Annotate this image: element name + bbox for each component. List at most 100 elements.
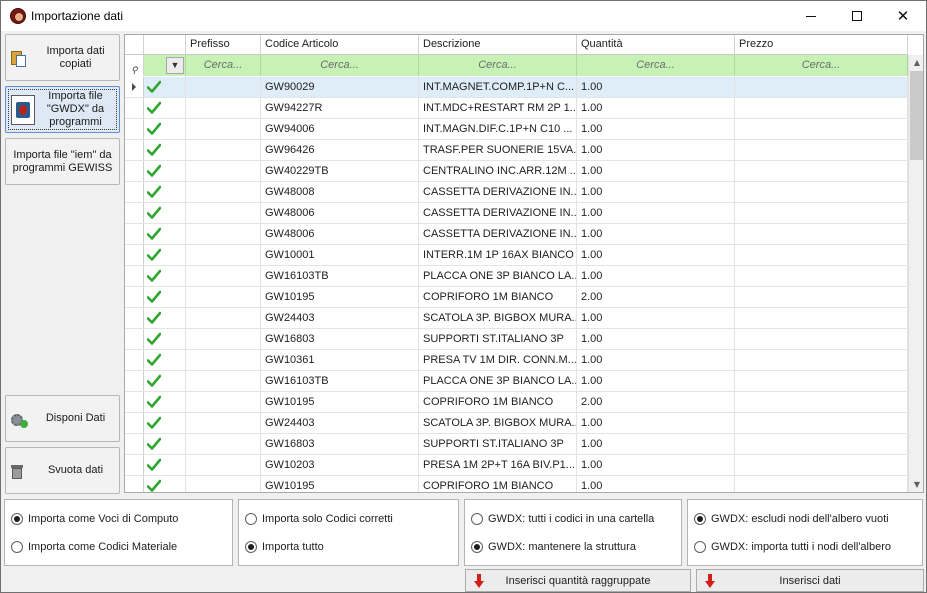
cell-status[interactable] [144,224,186,244]
cell-description[interactable]: TRASF.PER SUONERIE 15VA... [419,140,577,160]
cell-status[interactable] [144,434,186,454]
cell-status[interactable] [144,77,186,97]
row-indicator[interactable] [125,224,144,244]
row-indicator[interactable] [125,476,144,492]
table-row[interactable]: GW96426 TRASF.PER SUONERIE 15VA... 1.00 [125,140,908,161]
table-row[interactable]: GW94227R INT.MDC+RESTART RM 2P 1... 1.00 [125,98,908,119]
cell-status[interactable] [144,182,186,202]
radio-gwdx-single-folder[interactable] [471,513,483,525]
table-row[interactable]: GW10195 COPRIFORO 1M BIANCO 2.00 [125,392,908,413]
cell-description[interactable]: PLACCA ONE 3P BIANCO LA... [419,266,577,286]
radio-codici-corretti[interactable] [245,513,257,525]
column-header-price[interactable]: Prezzo [735,35,908,55]
cell-prefix[interactable] [186,308,261,328]
table-row[interactable]: GW10195 COPRIFORO 1M BIANCO 1.00 [125,476,908,492]
insert-data-button[interactable]: Inserisci dati [696,569,924,592]
column-header-prefix[interactable]: Prefisso [186,35,261,55]
cell-status[interactable] [144,245,186,265]
cell-prefix[interactable] [186,287,261,307]
table-row[interactable]: GW24403 SCATOLA 3P. BIGBOX MURA... 1.00 [125,413,908,434]
cell-price[interactable] [735,455,908,475]
cell-prefix[interactable] [186,140,261,160]
data-grid[interactable]: Prefisso Codice Articolo Descrizione Qua… [124,34,924,493]
row-indicator[interactable] [125,245,144,265]
column-header-quantity[interactable]: Quantità [577,35,735,55]
row-indicator[interactable] [125,434,144,454]
cell-code[interactable]: GW94006 [261,119,419,139]
cell-prefix[interactable] [186,455,261,475]
close-button[interactable]: ✕ [880,1,926,31]
maximize-button[interactable] [834,1,880,31]
arrange-data-button[interactable]: Disponi Dati [5,395,120,442]
cell-quantity[interactable]: 1.00 [577,329,735,349]
cell-prefix[interactable] [186,224,261,244]
cell-status[interactable] [144,203,186,223]
option-codici-materiale[interactable]: Importa come Codici Materiale [11,539,177,555]
cell-description[interactable]: INTERR.1M 1P 16AX BIANCO [419,245,577,265]
cell-price[interactable] [735,182,908,202]
cell-quantity[interactable]: 1.00 [577,371,735,391]
cell-code[interactable]: GW90029 [261,77,419,97]
cell-quantity[interactable]: 1.00 [577,224,735,244]
table-row[interactable]: GW10361 PRESA TV 1M DIR. CONN.M... 1.00 [125,350,908,371]
cell-price[interactable] [735,434,908,454]
row-indicator[interactable] [125,371,144,391]
cell-quantity[interactable]: 2.00 [577,287,735,307]
clear-data-button[interactable]: Svuota dati [5,447,120,494]
cell-quantity[interactable]: 1.00 [577,455,735,475]
column-header-code[interactable]: Codice Articolo [261,35,419,55]
row-indicator[interactable] [125,455,144,475]
scroll-thumb[interactable] [910,71,923,160]
cell-prefix[interactable] [186,413,261,433]
cell-quantity[interactable]: 1.00 [577,350,735,370]
cell-description[interactable]: INT.MAGNET.COMP.1P+N C... [419,77,577,97]
cell-code[interactable]: GW10195 [261,287,419,307]
cell-prefix[interactable] [186,476,261,492]
scroll-down-button[interactable]: ▼ [909,477,923,492]
table-row[interactable]: GW24403 SCATOLA 3P. BIGBOX MURA... 1.00 [125,308,908,329]
table-row[interactable]: GW16103TB PLACCA ONE 3P BIANCO LA... 1.00 [125,266,908,287]
row-indicator[interactable] [125,119,144,139]
scroll-up-button[interactable]: ▲ [909,55,923,71]
table-row[interactable]: GW16103TB PLACCA ONE 3P BIANCO LA... 1.00 [125,371,908,392]
cell-quantity[interactable]: 1.00 [577,266,735,286]
table-row[interactable]: GW10001 INTERR.1M 1P 16AX BIANCO 1.00 [125,245,908,266]
cell-price[interactable] [735,266,908,286]
option-voci-computo[interactable]: Importa come Voci di Computo [11,511,178,527]
row-indicator[interactable] [125,287,144,307]
cell-price[interactable] [735,476,908,492]
cell-status[interactable] [144,119,186,139]
cell-code[interactable]: GW48006 [261,224,419,244]
cell-description[interactable]: COPRIFORO 1M BIANCO [419,392,577,412]
table-row[interactable]: GW94006 INT.MAGN.DIF.C.1P+N C10 ... 1.00 [125,119,908,140]
cell-price[interactable] [735,224,908,244]
cell-price[interactable] [735,245,908,265]
row-indicator[interactable] [125,98,144,118]
cell-code[interactable]: GW96426 [261,140,419,160]
cell-description[interactable]: CASSETTA DERIVAZIONE IN... [419,182,577,202]
cell-quantity[interactable]: 1.00 [577,413,735,433]
cell-code[interactable]: GW94227R [261,98,419,118]
cell-quantity[interactable]: 1.00 [577,434,735,454]
cell-price[interactable] [735,203,908,223]
radio-voci-computo[interactable] [11,513,23,525]
table-row[interactable]: GW90029 INT.MAGNET.COMP.1P+N C... 1.00 [125,77,908,98]
cell-quantity[interactable]: 2.00 [577,392,735,412]
option-gwdx-all-nodes[interactable]: GWDX: importa tutti i nodi dell'albero [694,539,891,555]
radio-codici-materiale[interactable] [11,541,23,553]
cell-code[interactable]: GW48006 [261,203,419,223]
cell-status[interactable] [144,392,186,412]
table-row[interactable]: GW16803 SUPPORTI ST.ITALIANO 3P 1.00 [125,434,908,455]
cell-code[interactable]: GW24403 [261,413,419,433]
vertical-scrollbar[interactable]: ▲ ▼ [908,55,923,492]
cell-prefix[interactable] [186,119,261,139]
row-indicator[interactable] [125,77,144,97]
cell-description[interactable]: SUPPORTI ST.ITALIANO 3P [419,434,577,454]
cell-status[interactable] [144,287,186,307]
cell-price[interactable] [735,161,908,181]
cell-quantity[interactable]: 1.00 [577,140,735,160]
cell-prefix[interactable] [186,392,261,412]
cell-code[interactable]: GW40229TB [261,161,419,181]
cell-code[interactable]: GW16803 [261,329,419,349]
cell-prefix[interactable] [186,266,261,286]
